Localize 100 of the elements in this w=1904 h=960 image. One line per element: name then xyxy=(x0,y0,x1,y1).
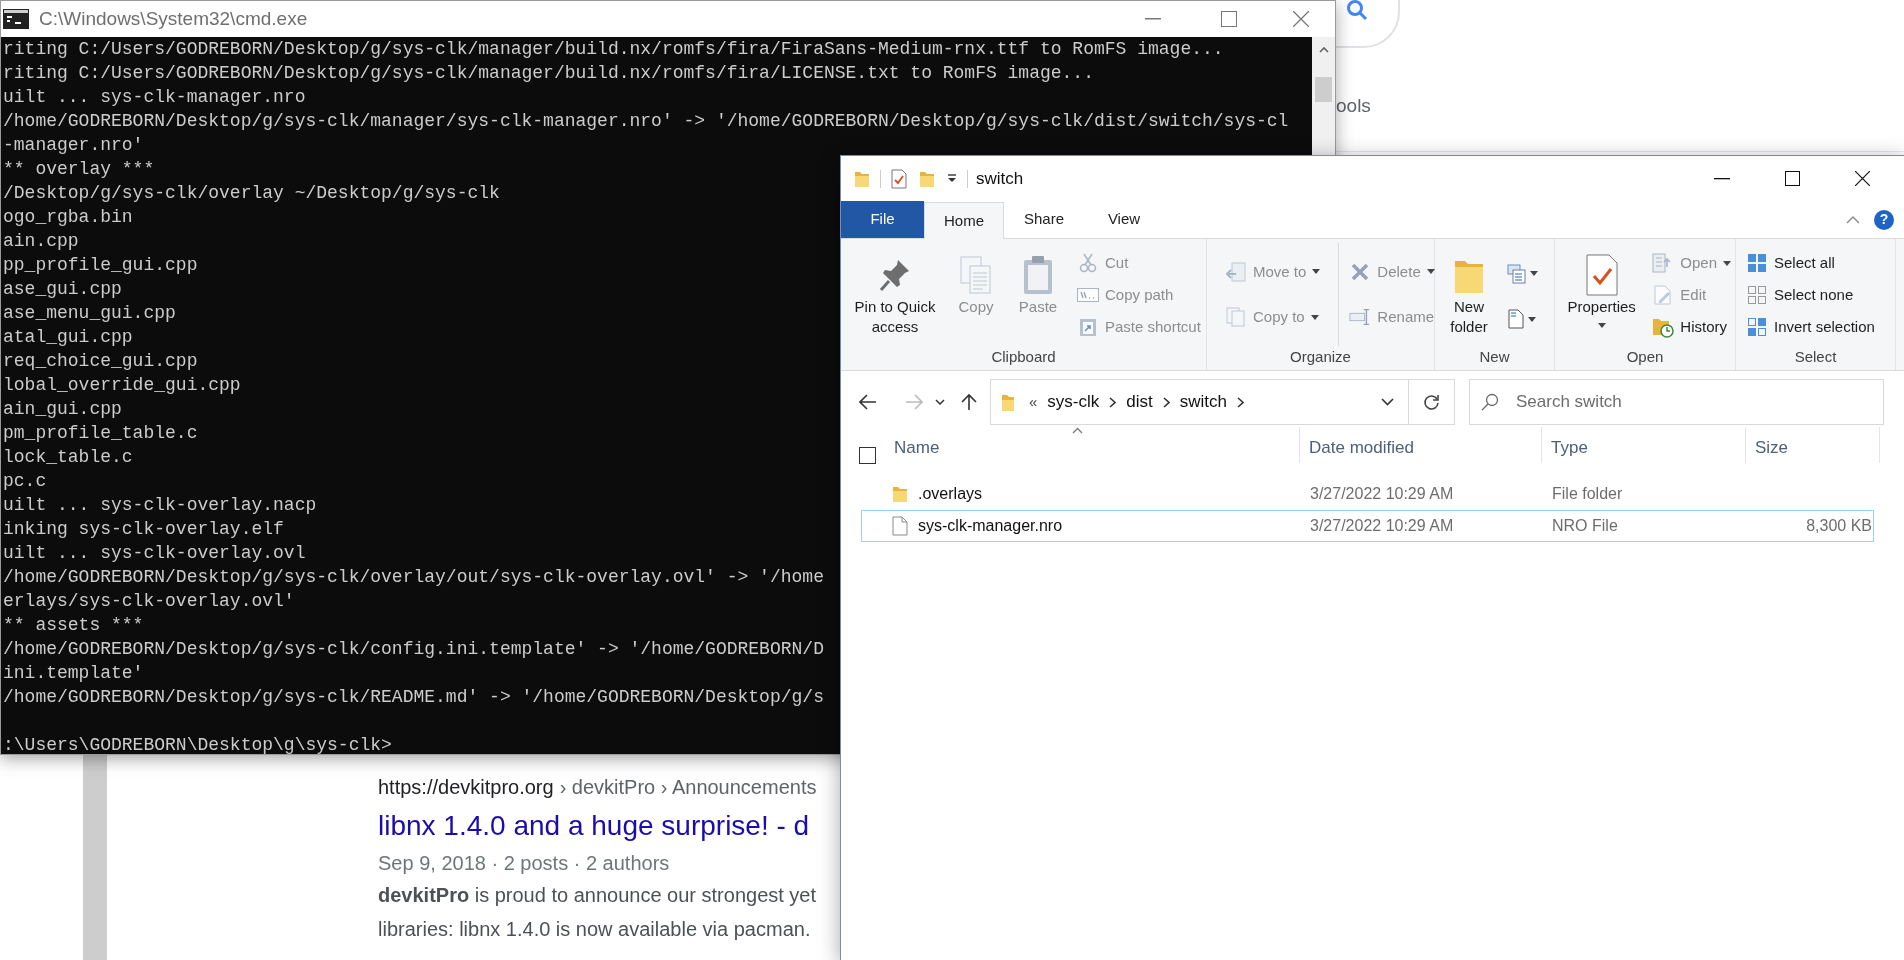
chevron-icon[interactable] xyxy=(1109,396,1117,408)
up-icon[interactable] xyxy=(961,393,977,411)
search-icon[interactable] xyxy=(1346,0,1368,22)
terminal-line: req_choice_gui.cpp xyxy=(3,350,198,373)
terminal-line: uilt ... sys-clk-manager.nro xyxy=(3,86,306,109)
terminal-line: ini.template' xyxy=(3,662,144,685)
terminal-line: ** assets *** xyxy=(3,614,144,637)
chevron-icon[interactable] xyxy=(1237,396,1244,408)
terminal-line: /home/GODREBORN/Desktop/g/sys-clk/config.ini.template' -> '/home/GODREBORN/D xyxy=(3,638,824,661)
column-header[interactable]: Type xyxy=(1542,427,1746,463)
group-label: Open xyxy=(1626,347,1664,367)
terminal-line: /home/GODREBORN/Desktop/g/sys-clk/manager/sys-clk-manager.nro' -> '/home/GODREBORN/Desktop/g/sys-clk/dist/switch/sys-cl xyxy=(3,110,1289,133)
terminal-line: ogo_rgba.bin xyxy=(3,206,133,229)
window-title: C:\Windows\System32\cmd.exe xyxy=(39,6,308,31)
ribbon-button[interactable]: Pin to Quick access xyxy=(845,243,945,337)
terminal-line: pc.c xyxy=(3,470,47,493)
column-header[interactable]: Date modified xyxy=(1300,427,1542,463)
file-row[interactable]: sys-clk-manager.nro 3/27/2022 10:29 AM NRO File 8,300 KB xyxy=(861,510,1874,542)
shortcut-icon xyxy=(1079,317,1097,337)
file-row[interactable]: .overlays 3/27/2022 10:29 AM File folder xyxy=(861,478,1874,510)
tab-label[interactable]: ools xyxy=(1336,92,1371,121)
search-icon xyxy=(1481,393,1499,411)
result-url[interactable]: https://devkitpro.org xyxy=(378,772,554,802)
folder-icon xyxy=(1001,392,1015,412)
ribbon-tab[interactable]: File xyxy=(841,201,924,238)
terminal-line: uilt ... sys-clk-overlay.nacp xyxy=(3,494,317,517)
overflow-button[interactable]: « xyxy=(1029,390,1038,414)
group-label: New xyxy=(1479,347,1510,367)
rename-icon xyxy=(1349,308,1372,327)
terminal-line: riting C:/Users/GODREBORN/Desktop/g/sys-clk/manager/build.nx/romfs/fira/LICENSE.txt to RomFS image... xyxy=(3,62,1094,85)
pencil-page-icon xyxy=(1653,285,1674,305)
help-button[interactable]: ? xyxy=(1874,209,1894,230)
dropdown-icon[interactable] xyxy=(1381,398,1394,406)
folder-icon xyxy=(892,485,908,503)
collapse-icon[interactable] xyxy=(1846,215,1860,224)
caret-icon xyxy=(1310,314,1319,320)
path-icon xyxy=(1077,288,1099,302)
file-date: 3/27/2022 10:29 AM xyxy=(1309,516,1455,536)
scissors-icon xyxy=(1079,253,1097,273)
caret-icon xyxy=(1528,316,1536,322)
refresh-icon[interactable] xyxy=(1423,393,1440,411)
terminal-line: ** overlay *** xyxy=(3,158,155,181)
recent-locations-icon[interactable] xyxy=(935,399,945,405)
checkmark-page-icon[interactable] xyxy=(891,168,907,189)
new-item-icon xyxy=(1507,263,1527,284)
cross-icon xyxy=(1350,261,1371,282)
terminal-line: ain_gui.cpp xyxy=(3,398,122,421)
terminal-line: lobal_override_gui.cpp xyxy=(3,374,241,397)
terminal-line: /home/GODREBORN/Desktop/g/sys-clk/overlay/out/sys-clk-overlay.ovl' -> '/home xyxy=(3,566,824,589)
group-label: Clipboard xyxy=(991,347,1056,367)
terminal-line: erlays/sys-clk-overlay.ovl' xyxy=(3,590,295,613)
file-size: 8,300 KB xyxy=(1805,516,1872,536)
minimize-icon[interactable] xyxy=(1714,177,1730,180)
chevron-icon[interactable] xyxy=(1162,396,1170,408)
group-label: Select xyxy=(1794,347,1837,367)
breadcrumb[interactable]: sys-clk xyxy=(1047,389,1100,415)
caret-icon xyxy=(1312,269,1321,275)
breadcrumb[interactable]: dist xyxy=(1126,389,1153,415)
ribbon-tab[interactable]: Home xyxy=(924,202,1004,239)
caret-icon xyxy=(1530,271,1538,277)
clipboard-icon xyxy=(1021,255,1055,295)
ribbon-button[interactable]: Select all xyxy=(1746,249,1835,277)
column-header[interactable]: Size xyxy=(1746,427,1880,463)
scroll-thumb[interactable] xyxy=(1315,77,1332,102)
terminal-prompt: :\Users\GODREBORN\Desktop\g\sys-clk> xyxy=(3,734,392,754)
result-snippet: libraries: libnx 1.4.0 is now available via pacman. xyxy=(378,917,812,942)
page-icon xyxy=(1507,309,1525,330)
select-all-checkbox[interactable] xyxy=(859,447,876,464)
ribbon-tab[interactable]: Share xyxy=(1004,201,1084,238)
terminal-line: ase_gui.cpp xyxy=(3,278,122,301)
terminal-line: pp_profile_gui.cpp xyxy=(3,254,198,277)
maximize-icon[interactable] xyxy=(1785,171,1800,186)
ribbon-button[interactable]: Invert selection xyxy=(1746,313,1875,341)
dashed-grid-icon xyxy=(1747,285,1767,305)
caret-icon xyxy=(1426,269,1435,275)
close-icon[interactable] xyxy=(1855,171,1870,186)
grid-icon xyxy=(1747,253,1767,273)
ribbon-button[interactable]: History xyxy=(1652,313,1727,341)
file-date: 3/27/2022 10:29 AM xyxy=(1309,484,1455,504)
copy-icon xyxy=(1226,307,1246,328)
dropdown-icon[interactable] xyxy=(947,174,957,183)
ribbon-button[interactable]: New folder xyxy=(1439,243,1499,337)
address-bar[interactable]: « sys-clk dist switch xyxy=(990,379,1455,425)
terminal-line: ain.cpp xyxy=(3,230,79,253)
search-field[interactable]: Search switch xyxy=(1469,379,1884,425)
file-name: .overlays xyxy=(918,484,983,504)
ribbon-button[interactable]: Properties xyxy=(1559,243,1645,328)
checkmark-page-icon xyxy=(1584,254,1619,296)
breadcrumb[interactable]: switch xyxy=(1179,389,1227,415)
terminal-line: -manager.nro' xyxy=(3,134,144,157)
ribbon-tab[interactable]: View xyxy=(1084,201,1164,238)
pin-icon xyxy=(878,257,912,293)
result-title-link[interactable]: libnx 1.4.0 and a huge surprise! - d xyxy=(378,808,817,844)
scroll-up-icon[interactable] xyxy=(1318,47,1329,53)
ribbon-button[interactable]: Select none xyxy=(1746,281,1854,309)
result-snippet: devkitPro is proud to announce our strongest yet xyxy=(378,883,817,908)
file-type: File folder xyxy=(1551,484,1624,504)
terminal-line: ase_menu_gui.cpp xyxy=(3,302,176,325)
terminal-line: /home/GODREBORN/Desktop/g/sys-clk/README.md' -> '/home/GODREBORN/Desktop/g/s xyxy=(3,686,824,709)
back-icon[interactable] xyxy=(859,394,877,410)
